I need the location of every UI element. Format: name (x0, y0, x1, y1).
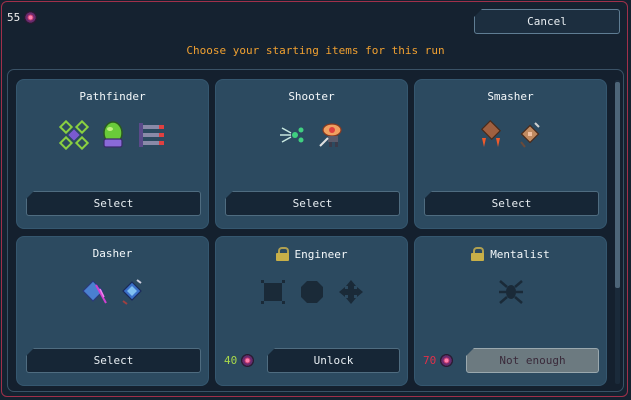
card-title: Dasher (92, 247, 133, 260)
item-icons (17, 120, 208, 150)
page-subtitle: Choose your starting items for this run (186, 44, 445, 57)
lock-icon (275, 247, 289, 261)
gem-icon (25, 12, 37, 23)
card-pathfinder: Pathfinder Select (16, 79, 209, 229)
not-enough-button[interactable]: Not enough (466, 348, 599, 373)
card-mentalist: Mentalist 70 Not enough (414, 236, 607, 386)
rockets-item-icon (138, 123, 164, 147)
scrollbar-thumb[interactable] (615, 82, 620, 288)
currency-display: 55 (7, 11, 37, 24)
dash-crystal-icon (82, 280, 107, 304)
card-smasher: Smasher Select (414, 79, 607, 229)
item-icons (216, 277, 407, 307)
gem-icon (441, 355, 453, 366)
select-button[interactable]: Select (26, 191, 201, 216)
unlock-button[interactable]: Unlock (267, 348, 400, 373)
dash-boots-icon (122, 279, 142, 305)
currency-amount: 55 (7, 11, 21, 24)
card-engineer: Engineer 40 Unlock (215, 236, 408, 386)
gem-icon (242, 355, 254, 366)
card-title: Shooter (288, 90, 335, 103)
hammer-head-icon (520, 122, 540, 148)
select-button[interactable]: Select (225, 191, 400, 216)
card-title: Mentalist (490, 247, 550, 261)
card-title: Pathfinder (79, 90, 146, 103)
cost-amount: 70 (423, 354, 437, 367)
item-icons (415, 120, 606, 150)
cost-amount: 40 (224, 354, 238, 367)
unlock-cost: 40 (224, 354, 254, 367)
locked-arrows-item-icon (338, 280, 363, 304)
map-item-icon (58, 120, 89, 150)
select-button[interactable]: Select (26, 348, 201, 373)
cancel-button[interactable]: Cancel (474, 9, 620, 34)
lock-icon (471, 247, 485, 261)
egg-item-icon (102, 121, 123, 148)
card-dasher: Dasher Select (16, 236, 209, 386)
turret-drone-icon (319, 123, 342, 147)
spike-hammer-icon (480, 120, 502, 147)
card-title: Smasher (487, 90, 534, 103)
unlock-cost: 70 (423, 354, 453, 367)
locked-octagon-item-icon (300, 281, 323, 303)
card-shooter: Shooter Select (215, 79, 408, 229)
item-icons (216, 120, 407, 150)
spread-shot-icon (280, 127, 304, 143)
card-title: Engineer (294, 247, 348, 261)
locked-spider-item-icon (498, 280, 523, 304)
select-button[interactable]: Select (424, 191, 599, 216)
item-icons (17, 277, 208, 307)
locked-square-item-icon (260, 280, 285, 304)
item-icons (415, 277, 606, 307)
